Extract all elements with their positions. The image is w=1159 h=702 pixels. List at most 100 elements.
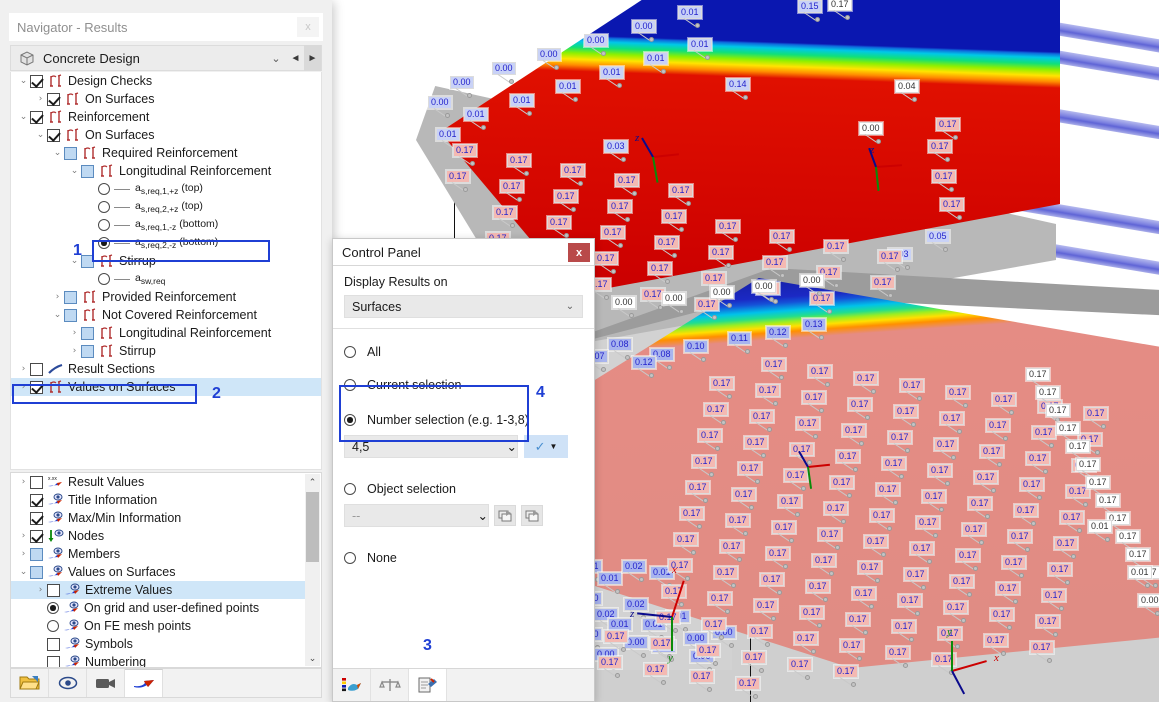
tree-row[interactable]: ›Stirrup [11, 342, 321, 360]
chevron-right-icon[interactable]: › [68, 328, 81, 338]
tree-checkbox[interactable] [47, 584, 60, 597]
chevron-down-icon[interactable]: ⌄ [17, 112, 30, 122]
radio-all[interactable] [344, 346, 356, 358]
display-tree[interactable]: ›x.xxResult ValuesTitle InformationMax/M… [10, 472, 322, 668]
chevron-down-icon[interactable]: ⌄ [17, 76, 30, 86]
tree-checkbox[interactable] [30, 476, 43, 489]
tree-row[interactable]: Max/Min Information [11, 509, 306, 527]
tree-row[interactable]: ⌄Required Reinforcement [11, 144, 321, 162]
chevron-down-icon[interactable]: ⌄ [558, 301, 582, 312]
tree-row[interactable]: as,req,2,-z (bottom) [11, 234, 321, 252]
tree-row[interactable]: ›Extreme Values [11, 581, 306, 599]
chevron-down-icon[interactable]: ⌄ [265, 52, 287, 65]
tree-checkbox[interactable] [64, 309, 77, 322]
chevron-right-icon[interactable]: › [17, 364, 30, 374]
tree-radio[interactable] [98, 273, 110, 285]
tree-row[interactable]: ⌄Values on Surfaces [11, 563, 306, 581]
scroll-up-arrow-icon[interactable]: ⌃ [305, 474, 320, 490]
tree-radio[interactable] [47, 620, 59, 632]
option-number-selection[interactable]: Number selection (e.g. 1-3,8) [333, 410, 594, 430]
tree-checkbox[interactable] [30, 566, 43, 579]
chevron-down-icon[interactable]: ⌄ [507, 439, 517, 454]
tree-checkbox[interactable] [47, 656, 60, 669]
tree-row[interactable]: On FE mesh points [11, 617, 306, 635]
tree-row[interactable]: ⌄Reinforcement [11, 108, 321, 126]
pick-objects-button[interactable] [494, 505, 516, 526]
scrollbar-thumb[interactable] [306, 492, 319, 562]
radio-current-selection[interactable] [344, 379, 356, 391]
chevron-right-icon[interactable]: › [34, 94, 47, 104]
chevron-right-icon[interactable]: › [17, 549, 30, 559]
display-results-select[interactable]: Surfaces ⌄ [344, 295, 583, 318]
tree-row[interactable]: ›Values on Surfaces [11, 378, 321, 396]
chevron-right-icon[interactable]: › [17, 531, 30, 541]
tree-radio[interactable] [98, 237, 110, 249]
tree-row[interactable]: ›x.xxResult Values [11, 473, 306, 491]
tree-row[interactable]: asw,req [11, 270, 321, 288]
radio-none[interactable] [344, 552, 356, 564]
display-tree-scrollbar[interactable]: ⌃ ⌄ [305, 474, 320, 666]
tree-row[interactable]: ›Provided Reinforcement [11, 288, 321, 306]
tree-row[interactable]: ›Longitudinal Reinforcement [11, 324, 321, 342]
tree-checkbox[interactable] [30, 512, 43, 525]
chevron-down-icon[interactable]: ⌄ [34, 130, 47, 140]
tab-factors[interactable] [371, 669, 409, 701]
navigator-panel[interactable]: Navigator - Results x Concrete Design ⌄ … [0, 0, 332, 702]
object-selection-row[interactable]: -- ⌄ [333, 504, 594, 527]
tree-row[interactable]: as,req,1,-z (bottom) [11, 216, 321, 234]
tree-row[interactable]: Numbering [11, 653, 306, 668]
design-addon-combo[interactable]: Concrete Design ⌄ ◄ ► [10, 45, 322, 71]
tree-checkbox[interactable] [30, 494, 43, 507]
tree-checkbox[interactable] [30, 111, 43, 124]
tree-row[interactable]: ›Nodes [11, 527, 306, 545]
chevron-down-icon[interactable]: ⌄ [51, 310, 64, 320]
tab-views-navigator[interactable] [87, 669, 125, 697]
tab-display-navigator[interactable] [49, 669, 87, 697]
tree-row[interactable]: ›On Surfaces [11, 90, 321, 108]
tree-checkbox[interactable] [30, 363, 43, 376]
tree-row[interactable]: ⌄Not Covered Reinforcement [11, 306, 321, 324]
chevron-right-icon[interactable]: › [17, 477, 30, 487]
tab-project-navigator[interactable] [11, 669, 49, 697]
object-selection-input[interactable]: -- ⌄ [344, 504, 489, 527]
chevron-down-icon[interactable]: ⌄ [17, 567, 30, 577]
radio-number-selection[interactable] [344, 414, 356, 426]
control-panel-tabbar[interactable] [333, 668, 594, 701]
option-none[interactable]: None [333, 548, 594, 568]
next-arrow-icon[interactable]: ► [304, 45, 321, 71]
tree-row[interactable]: Title Information [11, 491, 306, 509]
tree-row[interactable]: ⌄Design Checks [11, 72, 321, 90]
tree-radio[interactable] [98, 219, 110, 231]
tree-checkbox[interactable] [47, 93, 60, 106]
chevron-right-icon[interactable]: › [51, 292, 64, 302]
chevron-right-icon[interactable]: › [34, 585, 47, 595]
tree-radio[interactable] [98, 201, 110, 213]
chevron-down-icon[interactable]: ⌄ [68, 166, 81, 176]
number-selection-input[interactable]: 4,5 ⌄ [344, 435, 518, 458]
tree-checkbox[interactable] [81, 165, 94, 178]
tree-checkbox[interactable] [30, 530, 43, 543]
confirm-selection-button[interactable]: ✓ ▼ [524, 435, 568, 458]
prev-arrow-icon[interactable]: ◄ [287, 45, 304, 71]
pick-multiple-objects-button[interactable] [521, 505, 543, 526]
tree-checkbox[interactable] [47, 638, 60, 651]
number-selection-row[interactable]: 4,5 ⌄ ✓ ▼ [333, 435, 594, 458]
tree-radio[interactable] [98, 183, 110, 195]
tree-row[interactable]: ⌄Longitudinal Reinforcement [11, 162, 321, 180]
control-panel-close-button[interactable]: x [568, 243, 590, 262]
tree-checkbox[interactable] [30, 75, 43, 88]
option-current-selection[interactable]: Current selection [333, 375, 594, 395]
tree-row[interactable]: as,req,2,+z (top) [11, 198, 321, 216]
radio-object-selection[interactable] [344, 483, 356, 495]
tree-row[interactable]: ⌄On Surfaces [11, 126, 321, 144]
control-panel-dialog[interactable]: Control Panel x Display Results on Surfa… [332, 238, 595, 702]
option-all[interactable]: All [333, 342, 594, 362]
tree-checkbox[interactable] [81, 255, 94, 268]
tab-results-navigator[interactable] [125, 669, 163, 697]
tree-row[interactable]: as,req,1,+z (top) [11, 180, 321, 198]
results-tree[interactable]: ⌄Design Checks›On Surfaces⌄Reinforcement… [10, 72, 322, 470]
tree-row[interactable]: On grid and user-defined points [11, 599, 306, 617]
tree-row[interactable]: ›Result Sections [11, 360, 321, 378]
tab-color-legend[interactable] [333, 669, 371, 701]
tree-checkbox[interactable] [30, 548, 43, 561]
